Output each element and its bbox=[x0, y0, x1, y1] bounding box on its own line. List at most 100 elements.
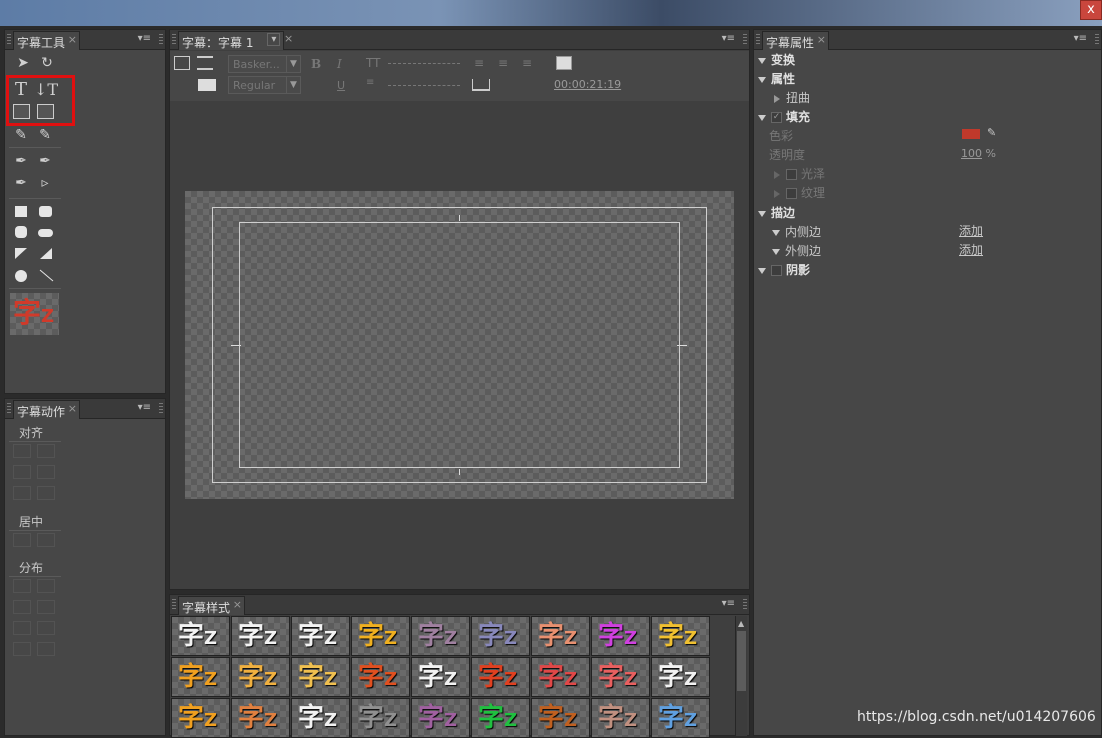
distribute-spacing-v-icon[interactable] bbox=[37, 642, 55, 656]
title-dropdown-icon[interactable]: ▾ bbox=[267, 33, 281, 46]
leading-value[interactable] bbox=[388, 85, 426, 86]
texture-checkbox[interactable] bbox=[786, 188, 797, 199]
style-swatch[interactable]: 字Z bbox=[531, 657, 590, 697]
style-swatch[interactable]: 字Z bbox=[411, 698, 470, 738]
style-swatch[interactable]: 字Z bbox=[651, 698, 710, 738]
delete-anchor-tool-icon[interactable]: ✒ bbox=[35, 152, 55, 170]
center-vertical-icon[interactable] bbox=[37, 533, 55, 547]
style-swatch[interactable]: 字Z bbox=[351, 616, 410, 656]
expand-triangle-icon[interactable] bbox=[758, 57, 766, 64]
rounded-rectangle-tool-icon[interactable] bbox=[39, 206, 52, 217]
bold-button[interactable]: B bbox=[311, 57, 321, 71]
add-inner-stroke-link[interactable]: 添加 bbox=[959, 222, 983, 239]
style-swatch[interactable]: 字Z bbox=[471, 657, 530, 697]
selection-tool-icon[interactable]: ➤ bbox=[13, 54, 33, 72]
add-outer-stroke-link[interactable]: 添加 bbox=[959, 241, 983, 258]
stroke-section[interactable]: 描边 bbox=[758, 204, 795, 221]
distort-section[interactable]: 扭曲 bbox=[774, 89, 810, 106]
style-swatch[interactable]: 字Z bbox=[291, 616, 350, 656]
panel-grip[interactable] bbox=[7, 403, 11, 415]
panel-menu-icon[interactable]: ▾≡ bbox=[722, 33, 735, 44]
panel-menu-icon[interactable]: ▾≡ bbox=[722, 598, 735, 609]
style-swatch[interactable]: 字Z bbox=[171, 698, 230, 738]
kerning-value[interactable] bbox=[428, 63, 460, 64]
align-left-icon[interactable] bbox=[13, 444, 31, 458]
scroll-up-icon[interactable]: ▲ bbox=[738, 619, 744, 628]
texture-section[interactable]: 纹理 bbox=[774, 184, 825, 201]
fill-checkbox[interactable]: ✓ bbox=[771, 112, 782, 123]
scroll-thumb[interactable] bbox=[737, 631, 746, 691]
center-horizontal-icon[interactable] bbox=[13, 533, 31, 547]
panel-grip[interactable] bbox=[7, 34, 11, 46]
style-swatch[interactable]: 字Z bbox=[591, 698, 650, 738]
italic-button[interactable]: I bbox=[337, 57, 342, 71]
expand-triangle-icon[interactable] bbox=[758, 210, 766, 217]
sheen-checkbox[interactable] bbox=[786, 169, 797, 180]
show-background-video-icon[interactable] bbox=[556, 56, 572, 70]
transform-section[interactable]: 变换 bbox=[758, 51, 795, 68]
align-center-vertical-icon[interactable] bbox=[13, 486, 31, 500]
shadow-checkbox[interactable] bbox=[771, 265, 782, 276]
opacity-value[interactable]: 100 % bbox=[961, 147, 996, 160]
tab-close-icon[interactable]: × bbox=[817, 33, 826, 46]
panel-grip-right[interactable] bbox=[1095, 34, 1099, 46]
opacity-number[interactable]: 100 bbox=[961, 147, 982, 160]
distribute-left-icon[interactable] bbox=[13, 579, 31, 593]
expand-triangle-icon[interactable] bbox=[772, 229, 780, 236]
font-style-dropdown[interactable]: Regular ▼ bbox=[228, 76, 301, 94]
style-swatch[interactable]: 字Z bbox=[531, 616, 590, 656]
align-top-icon[interactable] bbox=[37, 465, 55, 479]
tab-titler-tools[interactable]: 字幕工具 × bbox=[13, 31, 81, 50]
style-swatch[interactable]: 字Z bbox=[171, 657, 230, 697]
distribute-center-v-icon[interactable] bbox=[37, 600, 55, 614]
window-close-button[interactable]: x bbox=[1080, 0, 1102, 20]
rotate-tool-icon[interactable]: ↻ bbox=[37, 54, 57, 72]
expand-triangle-icon[interactable] bbox=[758, 267, 766, 274]
baseline-value[interactable] bbox=[428, 85, 460, 86]
timecode[interactable]: 00:00:21:19 bbox=[554, 78, 621, 91]
tab-stops-icon[interactable] bbox=[472, 79, 490, 91]
style-swatch[interactable]: 字Z bbox=[411, 657, 470, 697]
collapse-triangle-icon[interactable] bbox=[774, 94, 780, 103]
panel-menu-icon[interactable]: ▾≡ bbox=[1074, 33, 1087, 44]
fill-section[interactable]: ✓ 填充 bbox=[758, 108, 810, 125]
style-swatch[interactable]: 字Z bbox=[231, 657, 290, 697]
add-anchor-tool-icon[interactable]: ✒ bbox=[11, 174, 31, 192]
collapse-triangle-icon[interactable] bbox=[774, 170, 780, 179]
panel-grip-right[interactable] bbox=[159, 34, 163, 46]
area-type-tool-icon[interactable] bbox=[13, 104, 30, 119]
style-swatch[interactable]: 字Z bbox=[291, 698, 350, 738]
style-swatch[interactable]: 字Z bbox=[231, 616, 290, 656]
font-family-dropdown[interactable]: Basker... ▼ bbox=[228, 55, 301, 73]
panel-grip[interactable] bbox=[172, 599, 176, 611]
expand-triangle-icon[interactable] bbox=[758, 114, 766, 121]
rectangle-tool-icon[interactable] bbox=[15, 206, 27, 217]
new-title-icon[interactable] bbox=[174, 56, 190, 70]
panel-menu-icon[interactable]: ▾≡ bbox=[138, 402, 151, 413]
roll-crawl-icon[interactable] bbox=[197, 56, 213, 70]
tab-titler-styles[interactable]: 字幕样式 × bbox=[178, 596, 246, 615]
distribute-bottom-icon[interactable] bbox=[37, 621, 55, 635]
distribute-right-icon[interactable] bbox=[13, 621, 31, 635]
collapse-triangle-icon[interactable] bbox=[774, 189, 780, 198]
type-tool-icon[interactable]: T bbox=[11, 81, 31, 99]
tab-close-icon[interactable]: × bbox=[68, 33, 77, 46]
panel-grip-right[interactable] bbox=[743, 34, 747, 46]
style-swatch[interactable]: 字Z bbox=[171, 616, 230, 656]
outer-stroke-section[interactable]: 外侧边 bbox=[772, 242, 821, 259]
distribute-center-h-icon[interactable] bbox=[13, 600, 31, 614]
style-swatch[interactable]: 字Z bbox=[591, 657, 650, 697]
tab-close-icon[interactable]: × bbox=[233, 598, 242, 611]
font-size-value[interactable] bbox=[388, 63, 426, 64]
style-swatch[interactable]: 字Z bbox=[651, 657, 710, 697]
styles-scrollbar[interactable]: ▲ bbox=[735, 616, 747, 736]
tab-titler[interactable]: 字幕：字幕 1 ▾ bbox=[178, 31, 285, 50]
style-swatch[interactable]: 字Z bbox=[471, 616, 530, 656]
tab-close-icon[interactable]: × bbox=[284, 32, 293, 45]
title-canvas[interactable] bbox=[185, 191, 734, 499]
sheen-section[interactable]: 光泽 bbox=[774, 165, 825, 182]
panel-grip[interactable] bbox=[756, 34, 760, 46]
style-swatch[interactable]: 字Z bbox=[531, 698, 590, 738]
style-swatch[interactable]: 字Z bbox=[231, 698, 290, 738]
distribute-top-icon[interactable] bbox=[37, 579, 55, 593]
